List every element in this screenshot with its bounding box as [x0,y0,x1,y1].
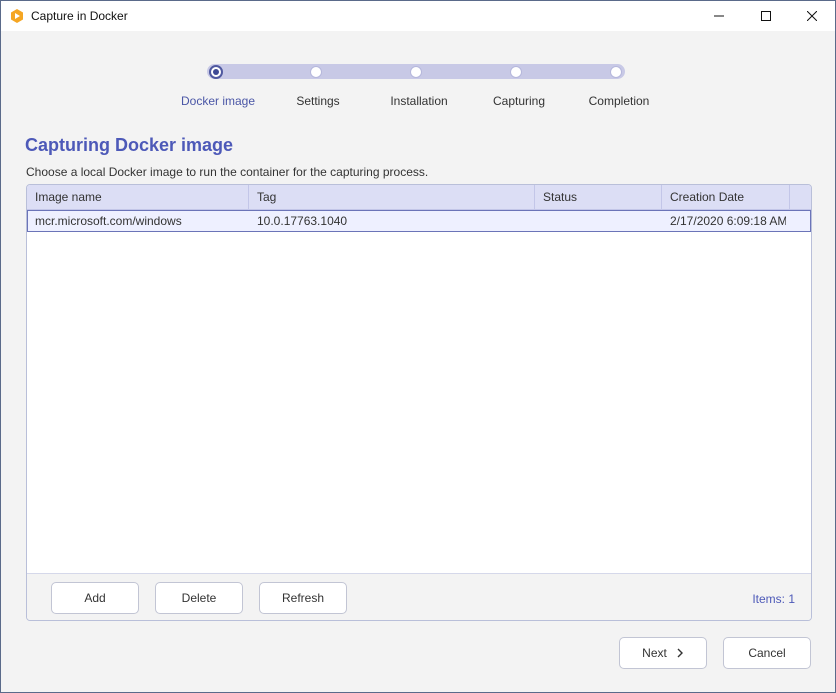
step-dot-completion [610,66,622,78]
step-label-docker-image: Docker image [180,94,256,108]
page-description: Choose a local Docker image to run the c… [26,165,429,179]
cell-image-name: mcr.microsoft.com/windows [35,214,182,228]
column-header-image-name[interactable]: Image name [27,185,249,210]
step-label-installation: Installation [390,94,448,108]
cell-tag: 10.0.17763.1040 [257,214,348,228]
step-label-completion: Completion [588,94,650,108]
close-button[interactable] [789,1,835,31]
add-button[interactable]: Add [51,582,139,614]
table-header: Image name Tag Status Creation Date [27,185,811,210]
step-label-capturing: Capturing [492,94,546,108]
title-bar: Capture in Docker [1,1,835,31]
step-dot-settings [310,66,322,78]
column-header-tag[interactable]: Tag [249,185,535,210]
column-header-status[interactable]: Status [535,185,662,210]
chevron-right-icon [677,648,683,658]
items-count: Items: 1 [752,592,795,606]
maximize-button[interactable] [743,1,789,31]
table-row[interactable]: mcr.microsoft.com/windows 10.0.17763.104… [27,210,811,232]
cell-creation-date: 2/17/2020 6:09:18 AM [670,214,786,228]
close-icon [807,11,817,21]
table-footer: Add Delete Refresh Items: 1 [27,573,811,620]
step-dot-docker-image [209,65,223,79]
step-dot-capturing [510,66,522,78]
delete-button[interactable]: Delete [155,582,243,614]
cancel-button[interactable]: Cancel [723,637,811,669]
step-label-settings: Settings [296,94,340,108]
capture-in-docker-window: Capture in Docker Docker image Settings … [0,0,836,693]
next-button-label: Next [642,646,667,660]
page-heading: Capturing Docker image [25,135,234,155]
minimize-button[interactable] [696,1,742,31]
window-title: Capture in Docker [31,9,128,23]
minimize-icon [714,15,724,17]
maximize-icon [761,11,771,21]
refresh-button[interactable]: Refresh [259,582,347,614]
docker-images-panel: Image name Tag Status Creation Date mcr.… [26,184,812,621]
next-button[interactable]: Next [619,637,707,669]
step-dot-installation [410,66,422,78]
column-header-creation-date[interactable]: Creation Date [662,185,790,210]
app-logo-icon [11,9,23,23]
column-header-filler [790,185,811,210]
